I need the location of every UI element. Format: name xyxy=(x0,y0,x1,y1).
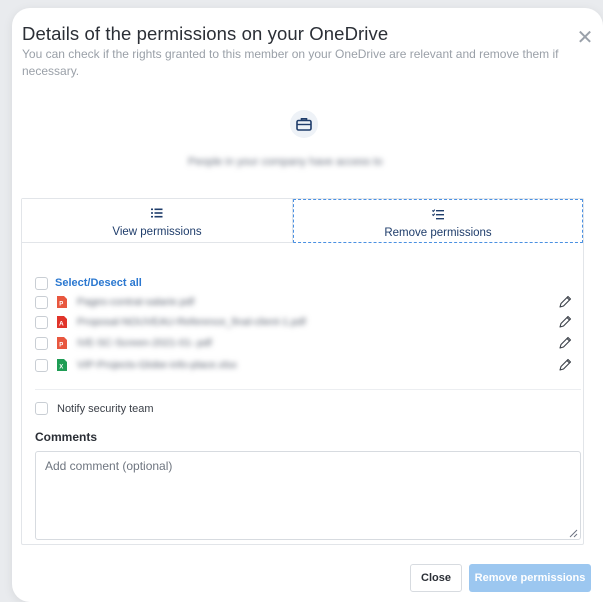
list-icon xyxy=(22,208,292,222)
dialog-title: Details of the permissions on your OneDr… xyxy=(22,23,389,44)
file-checkbox[interactable] xyxy=(35,336,48,350)
acrobat-file-icon: A xyxy=(56,316,67,329)
select-all-link[interactable]: Select/Desect all xyxy=(55,277,142,289)
file-name: IVE-SC-Screen-2021-01-.pdf xyxy=(77,337,212,349)
file-row: P IVE-SC-Screen-2021-01-.pdf xyxy=(35,335,581,351)
pencil-icon[interactable] xyxy=(557,335,573,351)
file-name: VIP-Projects-Globe-info-place.xlsx xyxy=(77,359,237,371)
checklist-icon xyxy=(294,209,582,223)
pdf-file-icon: P xyxy=(56,337,67,350)
excel-file-icon: X xyxy=(56,359,67,372)
remove-permissions-button[interactable]: Remove permissions xyxy=(469,564,591,592)
notify-security-checkbox[interactable] xyxy=(35,402,48,415)
close-button[interactable]: Close xyxy=(410,564,462,592)
file-name: Proposal-NOUVEAU-Reference_final-client-… xyxy=(77,316,306,328)
briefcase-icon xyxy=(290,110,318,138)
tab-remove-permissions[interactable]: Remove permissions xyxy=(293,199,583,243)
comments-heading: Comments xyxy=(35,430,98,444)
file-checkbox[interactable] xyxy=(35,358,48,372)
comment-input[interactable] xyxy=(35,451,581,540)
select-all-checkbox[interactable] xyxy=(35,276,48,290)
pencil-icon[interactable] xyxy=(557,314,573,330)
section-divider xyxy=(35,389,581,390)
pdf-file-icon: P xyxy=(56,296,67,309)
file-row: X VIP-Projects-Globe-info-place.xlsx xyxy=(35,357,581,373)
dialog-subtitle: You can check if the rights granted to t… xyxy=(22,47,559,78)
notify-row: Notify security team xyxy=(35,402,154,415)
file-checkbox[interactable] xyxy=(35,315,48,329)
svg-text:P: P xyxy=(59,302,63,308)
tab-view-permissions[interactable]: View permissions xyxy=(22,199,293,243)
access-caption: People in your company have access to xyxy=(188,156,383,168)
tab-view-label: View permissions xyxy=(112,226,202,238)
pencil-icon[interactable] xyxy=(557,294,573,310)
svg-text:A: A xyxy=(59,321,64,328)
pencil-icon[interactable] xyxy=(557,357,573,373)
notify-security-label[interactable]: Notify security team xyxy=(57,403,154,415)
file-name: Pages-contrat-salarie.pdf xyxy=(77,296,195,308)
svg-text:X: X xyxy=(59,365,63,371)
file-checkbox[interactable] xyxy=(35,295,48,309)
close-icon[interactable]: ✕ xyxy=(575,28,595,48)
select-all-row: Select/Desect all xyxy=(35,276,142,290)
tab-remove-label: Remove permissions xyxy=(384,227,492,239)
svg-text:P: P xyxy=(59,343,63,349)
file-row: P Pages-contrat-salarie.pdf xyxy=(35,294,581,310)
file-row: A Proposal-NOUVEAU-Reference_final-clien… xyxy=(35,314,581,330)
